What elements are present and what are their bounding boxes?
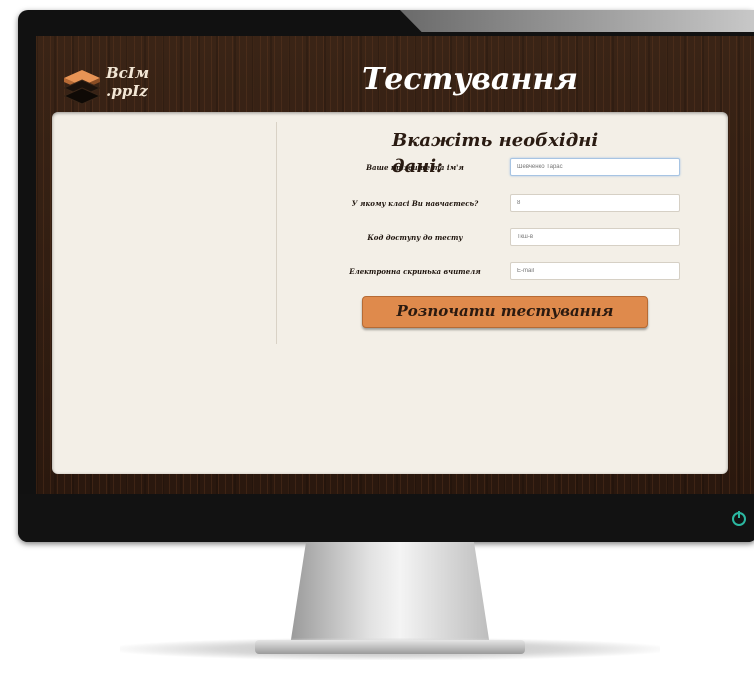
logo-line-2: .ppIz [106,82,148,100]
access-code-input[interactable] [510,228,680,246]
monitor-stand [290,542,490,646]
full-name-input[interactable] [510,158,680,176]
monitor-base [255,640,525,654]
books-stack-icon [62,70,102,105]
label-class: У якому класі Ви навчаєтесь? [351,199,479,208]
logo-line-1: ВсIм [106,64,150,82]
label-full-name: Ваше прізвище та ім'я [366,163,464,172]
label-teacher-email: Електронна скринька вчителя [349,267,481,276]
class-input[interactable] [510,194,680,212]
teacher-email-input[interactable] [510,262,680,280]
start-test-button[interactable]: Розпочати тестування [362,296,648,328]
logo[interactable]: ВсIм .ppIz [62,64,149,108]
logo-text: ВсIм .ppIz [106,64,149,100]
monitor-glare [400,10,754,32]
panel-divider [276,122,277,344]
label-access-code: Код доступу до тесту [367,233,463,242]
page-title: Тестування [361,62,579,97]
bezel-bottom [18,494,754,542]
power-icon[interactable] [732,511,746,526]
